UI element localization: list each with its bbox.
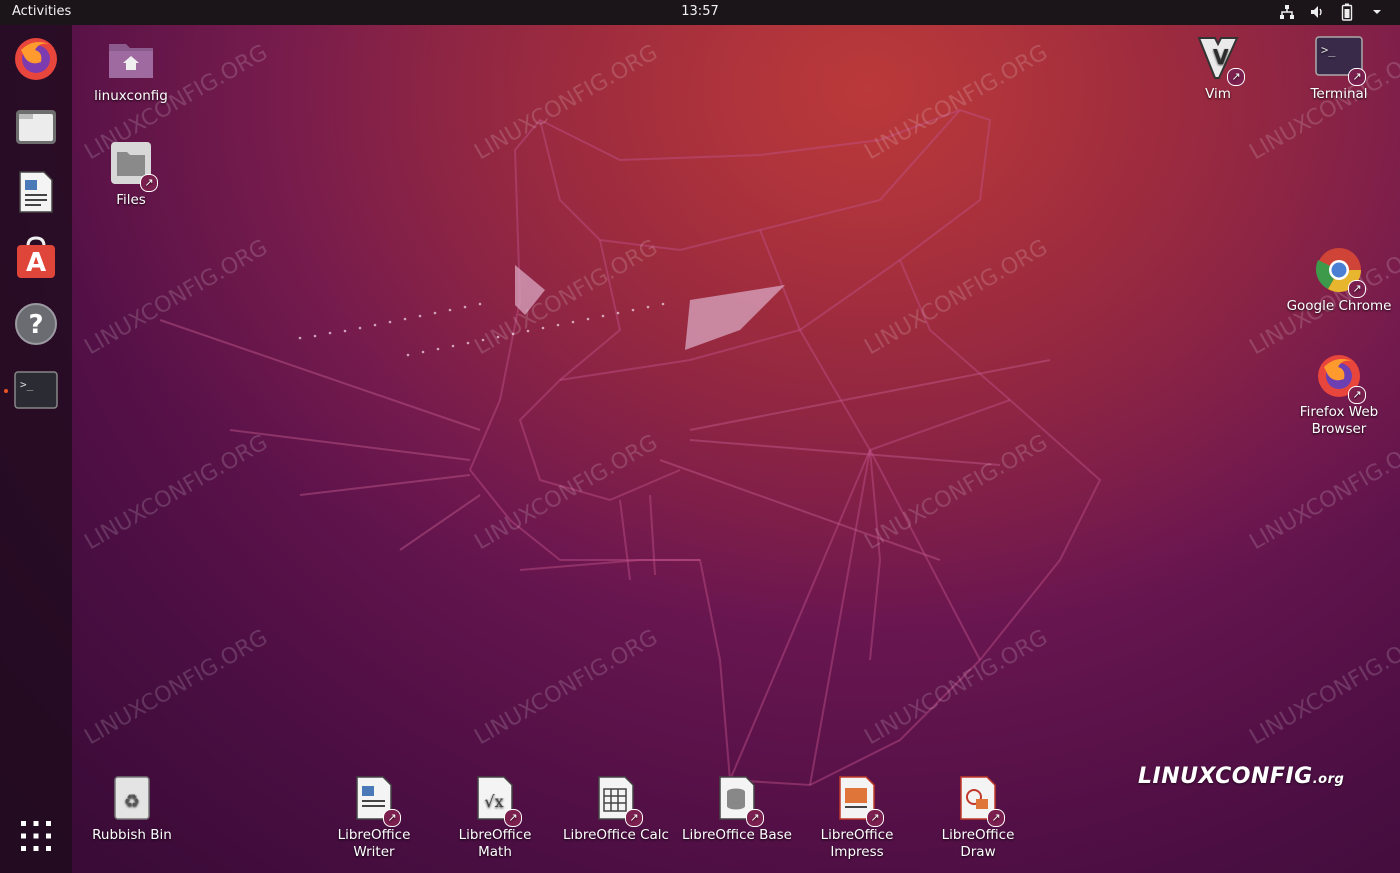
running-indicator bbox=[4, 389, 8, 393]
shortcut-arrow-icon: ↗ bbox=[383, 809, 401, 827]
dock-item-writer[interactable] bbox=[10, 166, 62, 218]
dock-item-software[interactable]: A bbox=[10, 232, 62, 284]
logo-suffix: .org bbox=[1312, 772, 1345, 787]
desktop-icon-label: Writer bbox=[353, 844, 395, 860]
shortcut-arrow-icon: ↗ bbox=[625, 809, 643, 827]
desktop-icon-draw[interactable]: ↗ LibreOffice Draw bbox=[918, 775, 1038, 861]
shortcut-arrow-icon: ↗ bbox=[504, 809, 522, 827]
desktop-icon-label: LibreOffice Base bbox=[682, 827, 792, 843]
desktop-icon-label: linuxconfig bbox=[94, 88, 168, 104]
svg-text:♻: ♻ bbox=[124, 791, 140, 812]
firefox-icon bbox=[15, 38, 57, 80]
shortcut-arrow-icon: ↗ bbox=[140, 174, 158, 192]
system-tray[interactable] bbox=[1278, 3, 1386, 21]
desktop-icon-label: Terminal bbox=[1310, 86, 1368, 102]
writer-icon bbox=[19, 171, 53, 213]
dock-item-firefox[interactable] bbox=[10, 33, 62, 85]
desktop-icon-terminal[interactable]: >_ ↗ Terminal bbox=[1279, 34, 1399, 103]
dock: A ? >_ bbox=[0, 25, 72, 873]
terminal-icon: >_ bbox=[14, 371, 58, 409]
logo-text: LINUXCONFIG bbox=[1138, 764, 1313, 789]
network-icon[interactable] bbox=[1278, 3, 1296, 21]
desktop-icon-calc[interactable]: ↗ LibreOffice Calc bbox=[556, 775, 676, 844]
help-icon: ? bbox=[15, 303, 57, 345]
desktop-icon-firefox[interactable]: ↗ Firefox Web Browser bbox=[1279, 352, 1399, 438]
shortcut-arrow-icon: ↗ bbox=[987, 809, 1005, 827]
show-applications-button[interactable] bbox=[10, 810, 62, 862]
desktop-icon-label: Vim bbox=[1205, 86, 1231, 102]
battery-icon[interactable] bbox=[1338, 3, 1356, 21]
shortcut-arrow-icon: ↗ bbox=[866, 809, 884, 827]
desktop-icon-label: Draw bbox=[960, 844, 996, 860]
volume-icon[interactable] bbox=[1308, 3, 1326, 21]
desktop-icon-label: Browser bbox=[1311, 421, 1367, 437]
shortcut-arrow-icon: ↗ bbox=[1348, 280, 1366, 298]
desktop-icon-label: Rubbish Bin bbox=[92, 827, 172, 843]
dock-item-help[interactable]: ? bbox=[10, 298, 62, 350]
wallpaper: LINUXCONFIG.ORG LINUXCONFIG.ORG LINUXCON… bbox=[0, 0, 1400, 873]
desktop-icon-writer[interactable]: ↗ LibreOffice Writer bbox=[314, 775, 434, 861]
desktop-icon-files[interactable]: ↗ Files bbox=[71, 140, 191, 209]
svg-text:√x: √x bbox=[484, 792, 503, 811]
desktop-icon-home[interactable]: linuxconfig bbox=[71, 36, 191, 105]
desktop-icon-label: LibreOffice Calc bbox=[563, 827, 669, 843]
desktop-icon-base[interactable]: ↗ LibreOffice Base bbox=[677, 775, 797, 844]
svg-text:V: V bbox=[1213, 45, 1229, 69]
desktop-icon-label: Files bbox=[116, 192, 146, 208]
svg-text:>_: >_ bbox=[20, 378, 34, 391]
trash-icon: ♻ bbox=[114, 776, 150, 820]
desktop-icon-label: Firefox Web bbox=[1299, 404, 1379, 420]
svg-text:A: A bbox=[26, 248, 46, 278]
home-folder-icon bbox=[109, 44, 153, 78]
shortcut-arrow-icon: ↗ bbox=[1348, 68, 1366, 86]
desktop-icon-label: LibreOffice bbox=[458, 827, 532, 843]
desktop-icon-rubbish-bin[interactable]: ♻ Rubbish Bin bbox=[72, 775, 192, 844]
desktop-icon-label: LibreOffice bbox=[820, 827, 894, 843]
desktop-icon-impress[interactable]: ↗ LibreOffice Impress bbox=[797, 775, 917, 861]
activities-button[interactable]: Activities bbox=[12, 4, 71, 19]
desktop-icon-label: LibreOffice bbox=[337, 827, 411, 843]
desktop-icon-label: Math bbox=[478, 844, 512, 860]
clock[interactable]: 13:57 bbox=[681, 4, 718, 19]
shortcut-arrow-icon: ↗ bbox=[1227, 68, 1245, 86]
shortcut-arrow-icon: ↗ bbox=[1348, 386, 1366, 404]
shortcut-arrow-icon: ↗ bbox=[746, 809, 764, 827]
desktop-icon-chrome[interactable]: ↗ Google Chrome bbox=[1279, 246, 1399, 315]
desktop-icon-label: Google Chrome bbox=[1286, 298, 1392, 314]
dock-item-files[interactable] bbox=[10, 100, 62, 152]
show-applications-icon bbox=[21, 821, 51, 851]
desktop-icon-label: LibreOffice bbox=[941, 827, 1015, 843]
desktop-icon-math[interactable]: √x ↗ LibreOffice Math bbox=[435, 775, 555, 861]
dock-item-terminal[interactable]: >_ bbox=[10, 364, 62, 416]
desktop-icon-label: Impress bbox=[830, 844, 884, 860]
files-icon bbox=[16, 110, 56, 144]
software-icon: A bbox=[17, 236, 55, 278]
top-bar: Activities 13:57 bbox=[0, 0, 1400, 25]
svg-text:?: ? bbox=[28, 310, 43, 340]
desktop-icon-vim[interactable]: V ↗ Vim bbox=[1158, 34, 1278, 103]
linuxconfig-logo: LINUXCONFIG.org bbox=[1138, 764, 1344, 789]
svg-text:>_: >_ bbox=[1321, 43, 1336, 57]
system-menu-chevron-down-icon[interactable] bbox=[1368, 3, 1386, 21]
